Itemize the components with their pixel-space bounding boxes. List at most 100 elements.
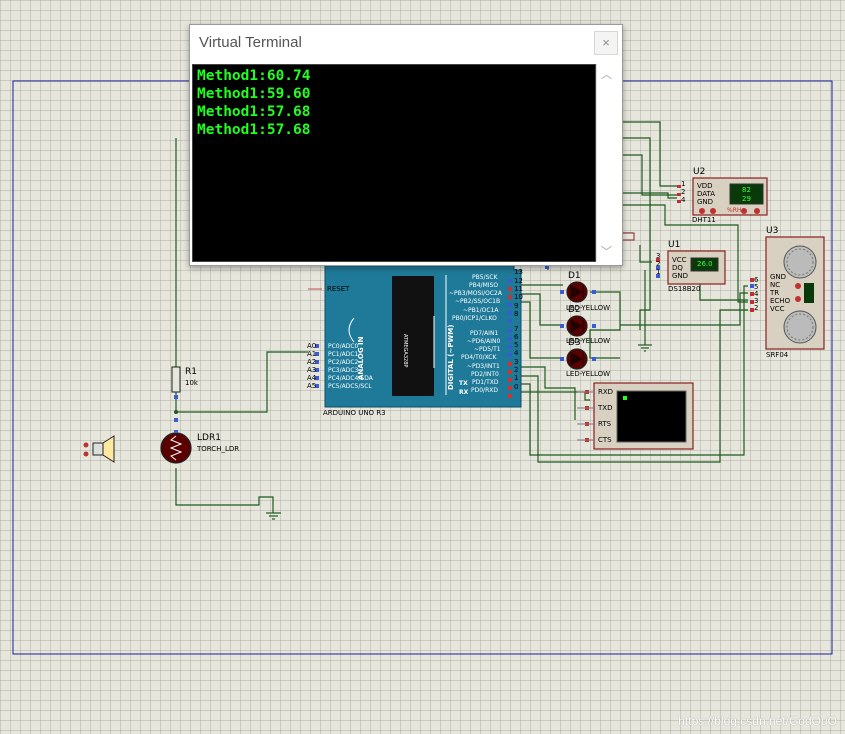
analog-pin-name: PC1/ADC1 bbox=[328, 351, 359, 358]
digital-pin-name: ~PD3/INT1 bbox=[467, 363, 500, 370]
dht11-pin-data: DATA bbox=[697, 190, 716, 198]
serial-pin-txd: TXD bbox=[598, 404, 613, 412]
ds18b20-pin-num: 3 bbox=[656, 252, 661, 260]
dht11-pin-num: 2 bbox=[681, 188, 686, 196]
terminal-line: Method1:57.68 bbox=[197, 122, 311, 138]
dht11-reading-bottom: 29 bbox=[742, 195, 751, 203]
ldr1-type: TORCH_LDR bbox=[197, 445, 240, 453]
ldr1[interactable] bbox=[160, 430, 192, 464]
serial-pin-rts: RTS bbox=[598, 420, 612, 428]
ds18b20-pin-num: 1 bbox=[656, 268, 661, 276]
analog-pin-name: PC0/ADC0 bbox=[328, 343, 359, 350]
srf04-pin-num: 2 bbox=[754, 304, 759, 312]
torch-light-icon[interactable] bbox=[83, 435, 115, 463]
digital-pin-number[interactable]: 4 bbox=[514, 349, 518, 357]
watermark: https://blog.csdn.net/GodOuO bbox=[678, 714, 837, 728]
digital-pin-number[interactable]: 5 bbox=[514, 341, 518, 349]
digital-pin-number[interactable]: 10 bbox=[514, 293, 523, 301]
srf04-pin-nc: NC bbox=[770, 281, 781, 289]
srf04-sensor[interactable] bbox=[750, 236, 825, 350]
scroll-up-icon[interactable]: ︿ bbox=[601, 66, 612, 82]
digital-pin-name: PD0/RXD bbox=[471, 387, 498, 394]
srf04-ref: U3 bbox=[766, 226, 779, 236]
digital-pin-number[interactable]: 13 bbox=[514, 268, 523, 276]
arduino-name-label: ARDUINO UNO R3 bbox=[323, 409, 386, 417]
analog-pin-a3[interactable]: A3 bbox=[307, 366, 316, 374]
digital-pin-number[interactable]: 12 bbox=[514, 277, 523, 285]
digital-pin-name: PD2/INT0 bbox=[471, 371, 499, 378]
led-d3-ref: D3 bbox=[568, 338, 581, 348]
serial-pin-rxd: RXD bbox=[598, 388, 614, 396]
dht11-pin-num: 1 bbox=[681, 180, 686, 188]
analog-pin-name: PC3/ADC3 bbox=[328, 367, 359, 374]
close-button[interactable]: × bbox=[594, 31, 618, 55]
srf04-name: SRF04 bbox=[766, 351, 789, 359]
digital-pin-number[interactable]: 11 bbox=[514, 285, 523, 293]
digital-pin-number[interactable]: 8 bbox=[514, 310, 518, 318]
virtual-terminal-window[interactable]: Virtual Terminal × Method1:60.74 Method1… bbox=[189, 24, 623, 266]
ds18b20-pin-gnd: GND bbox=[672, 272, 689, 280]
digital-pin-number[interactable]: 7 bbox=[514, 325, 518, 333]
digital-pin-number[interactable]: 0 bbox=[514, 383, 518, 391]
dht11-pin-gnd: GND bbox=[697, 198, 714, 206]
analog-pin-a4[interactable]: A4 bbox=[307, 374, 316, 382]
analog-pin-name: PC5/ADC5/SCL bbox=[328, 383, 372, 390]
ds18b20-pin-vcc: VCC bbox=[672, 256, 687, 264]
digital-pin-number[interactable]: 9 bbox=[514, 302, 518, 310]
analog-pin-a0[interactable]: A0 bbox=[307, 342, 316, 350]
reset-label: RESET bbox=[327, 285, 350, 293]
digital-pin-number[interactable]: 2 bbox=[514, 366, 518, 374]
dht11-rh-label: %RH bbox=[727, 207, 742, 214]
terminal-scrollbar[interactable]: ︿ ﹀ bbox=[596, 64, 619, 261]
analog-pin-a5[interactable]: A5 bbox=[307, 382, 316, 390]
led-d3-type: LED-YELLOW bbox=[566, 370, 611, 378]
digital-pin-name: PB5/SCK bbox=[472, 274, 498, 281]
chip-label: ATMEGA328P bbox=[402, 334, 408, 368]
digital-pin-name: ~PB1/OC1A bbox=[463, 307, 499, 314]
digital-pin-name: PD7/AIN1 bbox=[470, 330, 499, 337]
dht11-sensor[interactable] bbox=[677, 177, 768, 216]
srf04-pin-tr: TR bbox=[770, 289, 780, 297]
srf04-pin-vcc: VCC bbox=[770, 305, 785, 313]
tx-label: TX bbox=[459, 380, 468, 387]
terminal-output[interactable]: Method1:60.74 Method1:59.60 Method1:57.6… bbox=[192, 64, 596, 262]
ds18b20-reading: 26.0 bbox=[697, 260, 713, 268]
terminal-line: Method1:59.60 bbox=[197, 86, 311, 102]
ds18b20-name: DS18B20 bbox=[668, 285, 701, 293]
serial-pin-cts: CTS bbox=[598, 436, 612, 444]
terminal-line: Method1:60.74 bbox=[197, 68, 311, 84]
ds18b20-pin-dq: DQ bbox=[672, 264, 683, 272]
analog-pin-a2[interactable]: A2 bbox=[307, 358, 316, 366]
ds18b20-pin-num: 2 bbox=[656, 260, 661, 268]
digital-pin-name: PD4/T0/XCK bbox=[461, 354, 497, 361]
scroll-down-icon[interactable]: ﹀ bbox=[601, 243, 612, 259]
dht11-reading-top: 82 bbox=[742, 186, 751, 194]
digital-pin-number[interactable]: 1 bbox=[514, 374, 518, 382]
rx-label: RX bbox=[459, 389, 469, 396]
atmega-chip[interactable] bbox=[392, 276, 434, 396]
digital-pin-name: ~PD5/T1 bbox=[474, 346, 501, 353]
digital-pin-number[interactable]: 6 bbox=[514, 333, 518, 341]
serial-terminal-device[interactable] bbox=[577, 382, 694, 450]
r1-value: 10k bbox=[185, 379, 198, 387]
analog-pin-name: PC4/ADC4/SDA bbox=[328, 375, 373, 382]
digital-pin-name: ~PB3/MOSI/OC2A bbox=[449, 290, 502, 297]
digital-pin-name: PD1/TXD bbox=[472, 379, 499, 386]
digital-pin-name: PB4/MISO bbox=[469, 282, 499, 289]
r1-ref: R1 bbox=[185, 367, 197, 377]
dht11-pin-vdd: VDD bbox=[697, 182, 713, 190]
srf04-pin-echo: ECHO bbox=[770, 297, 791, 305]
digital-pin-number[interactable]: 3 bbox=[514, 358, 518, 366]
led-d1-ref: D1 bbox=[568, 271, 581, 281]
virtual-terminal-title: Virtual Terminal bbox=[199, 34, 302, 51]
digital-title: DIGITAL (~PWM) bbox=[447, 324, 455, 390]
terminal-line: Method1:57.68 bbox=[197, 104, 311, 120]
dht11-pin-num: 4 bbox=[681, 196, 686, 204]
ldr1-ref: LDR1 bbox=[197, 433, 221, 443]
dht11-name: DHT11 bbox=[692, 216, 716, 224]
digital-pin-name: ~PB2/SS/OC1B bbox=[455, 298, 501, 305]
led-d2-ref: D2 bbox=[568, 305, 581, 315]
analog-pin-a1[interactable]: A1 bbox=[307, 350, 316, 358]
digital-pin-name: ~PD6/AIN0 bbox=[467, 338, 501, 345]
analog-pin-name: PC2/ADC2 bbox=[328, 359, 359, 366]
